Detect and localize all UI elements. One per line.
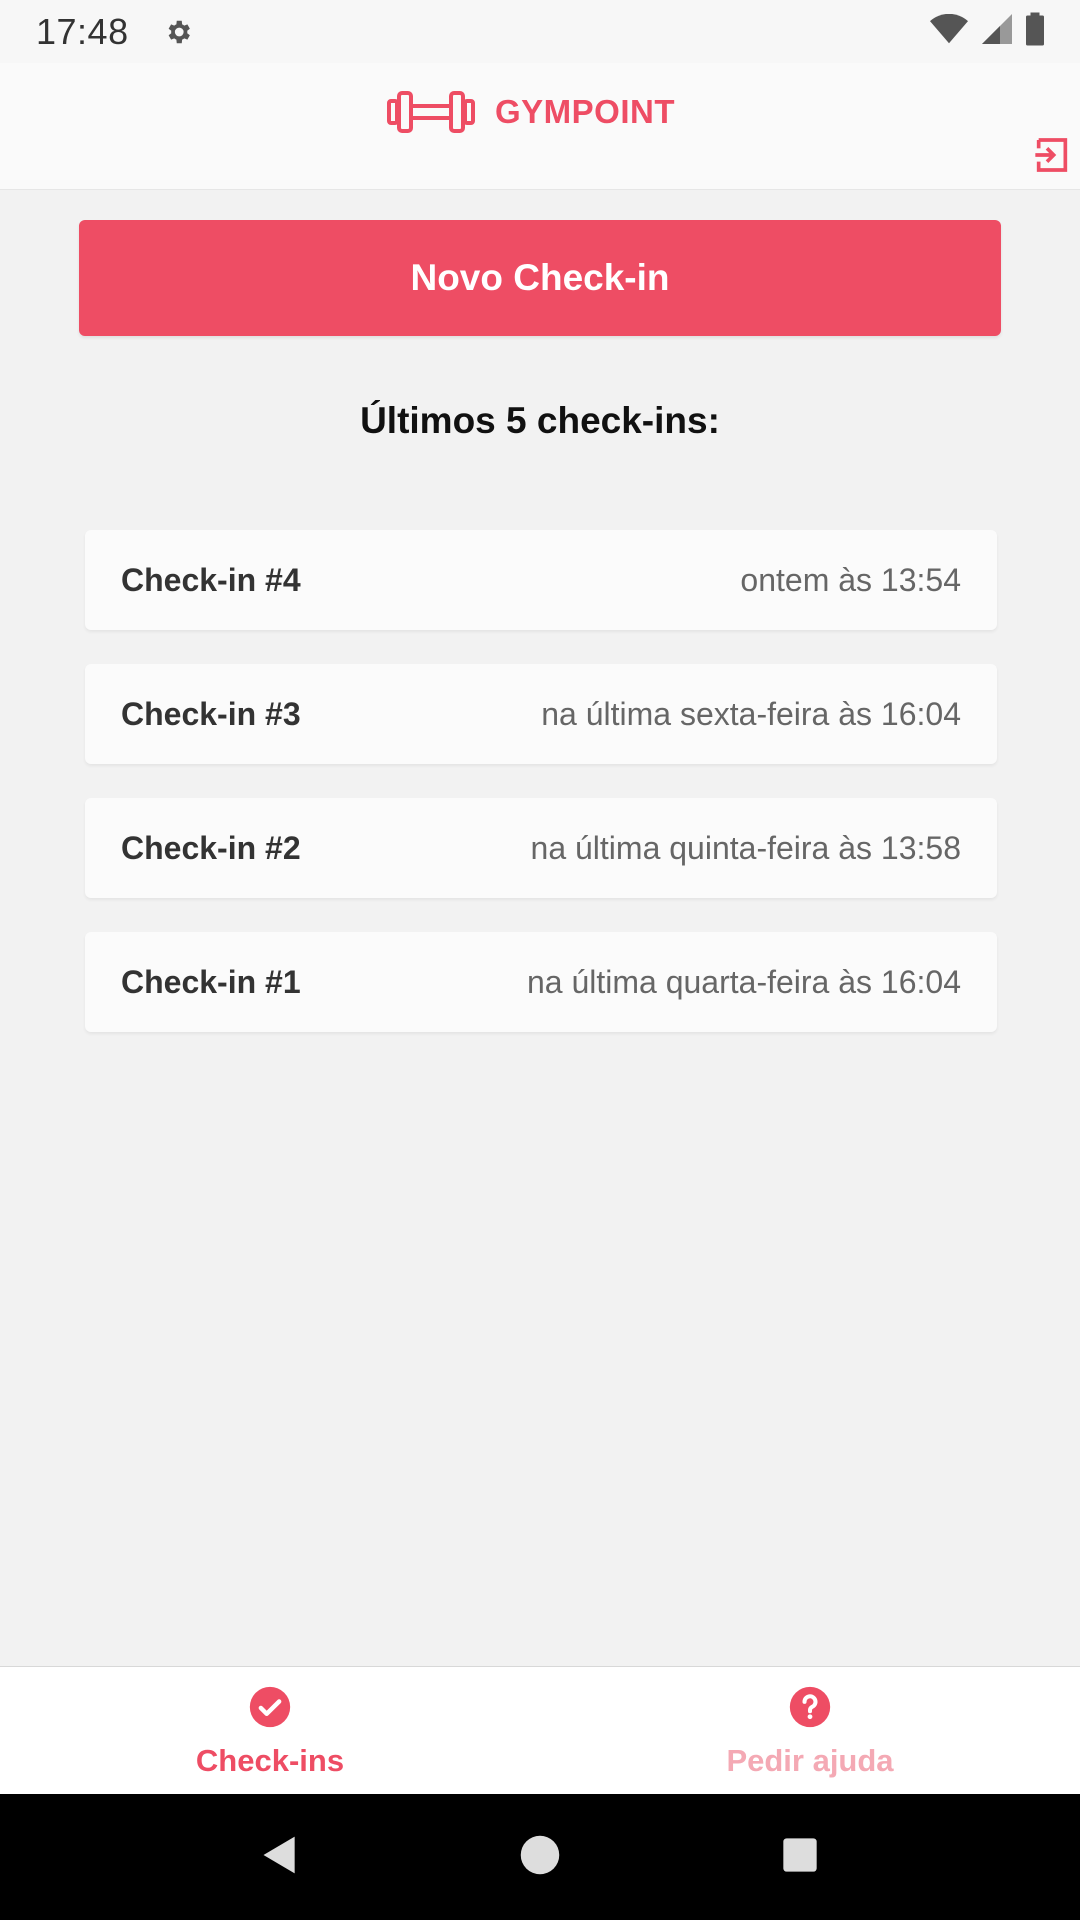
tab-help[interactable]: Pedir ajuda: [540, 1667, 1080, 1794]
new-checkin-button[interactable]: Novo Check-in: [79, 220, 1001, 336]
checkin-title: Check-in #2: [121, 829, 301, 866]
logout-button[interactable]: [1030, 135, 1074, 179]
status-bar: 17:48: [0, 0, 1080, 63]
app-header: GYMPOINT: [0, 63, 1080, 190]
dumbbell-icon: [385, 87, 477, 137]
back-button[interactable]: [250, 1827, 310, 1887]
checkin-time: na última sexta-feira às 16:04: [541, 695, 961, 732]
home-icon: [519, 1834, 561, 1881]
recents-icon: [780, 1835, 820, 1880]
gear-icon: [161, 15, 195, 49]
wifi-icon: [930, 13, 968, 49]
checkin-time: ontem às 13:54: [740, 561, 961, 598]
tab-label: Check-ins: [195, 1743, 345, 1778]
check-circle-icon: [248, 1685, 292, 1729]
help-circle-icon: [788, 1685, 832, 1729]
battery-icon: [1026, 12, 1044, 51]
home-button[interactable]: [510, 1827, 570, 1887]
back-icon: [258, 1833, 302, 1882]
checkin-list: Check-in #4 ontem às 13:54 Check-in #3 n…: [85, 530, 997, 1032]
section-title: Últimos 5 check-ins:: [360, 400, 720, 441]
list-item: Check-in #1 na última quarta-feira às 16…: [85, 932, 997, 1032]
checkin-time: na última quarta-feira às 16:04: [526, 963, 961, 1000]
list-item: Check-in #3 na última sexta-feira às 16:…: [85, 664, 997, 764]
signal-icon: [982, 13, 1012, 50]
list-item: Check-in #4 ontem às 13:54: [85, 530, 997, 630]
status-time: 17:48: [36, 10, 129, 52]
checkin-title: Check-in #1: [121, 963, 301, 1000]
brand: GYMPOINT: [385, 77, 675, 147]
tab-checkins[interactable]: Check-ins: [0, 1667, 540, 1794]
logout-icon: [1032, 135, 1072, 180]
brand-name: GYMPOINT: [495, 93, 676, 130]
list-item: Check-in #2 na última quinta-feira às 13…: [85, 798, 997, 898]
tab-label: Pedir ajuda: [726, 1743, 894, 1778]
checkin-title: Check-in #4: [121, 561, 301, 598]
nav-bar: [0, 1794, 1080, 1920]
checkin-time: na última quinta-feira às 13:58: [530, 829, 961, 866]
tab-bar: Check-ins Pedir ajuda: [0, 1666, 1080, 1794]
recents-button[interactable]: [770, 1827, 830, 1887]
checkin-title: Check-in #3: [121, 695, 301, 732]
